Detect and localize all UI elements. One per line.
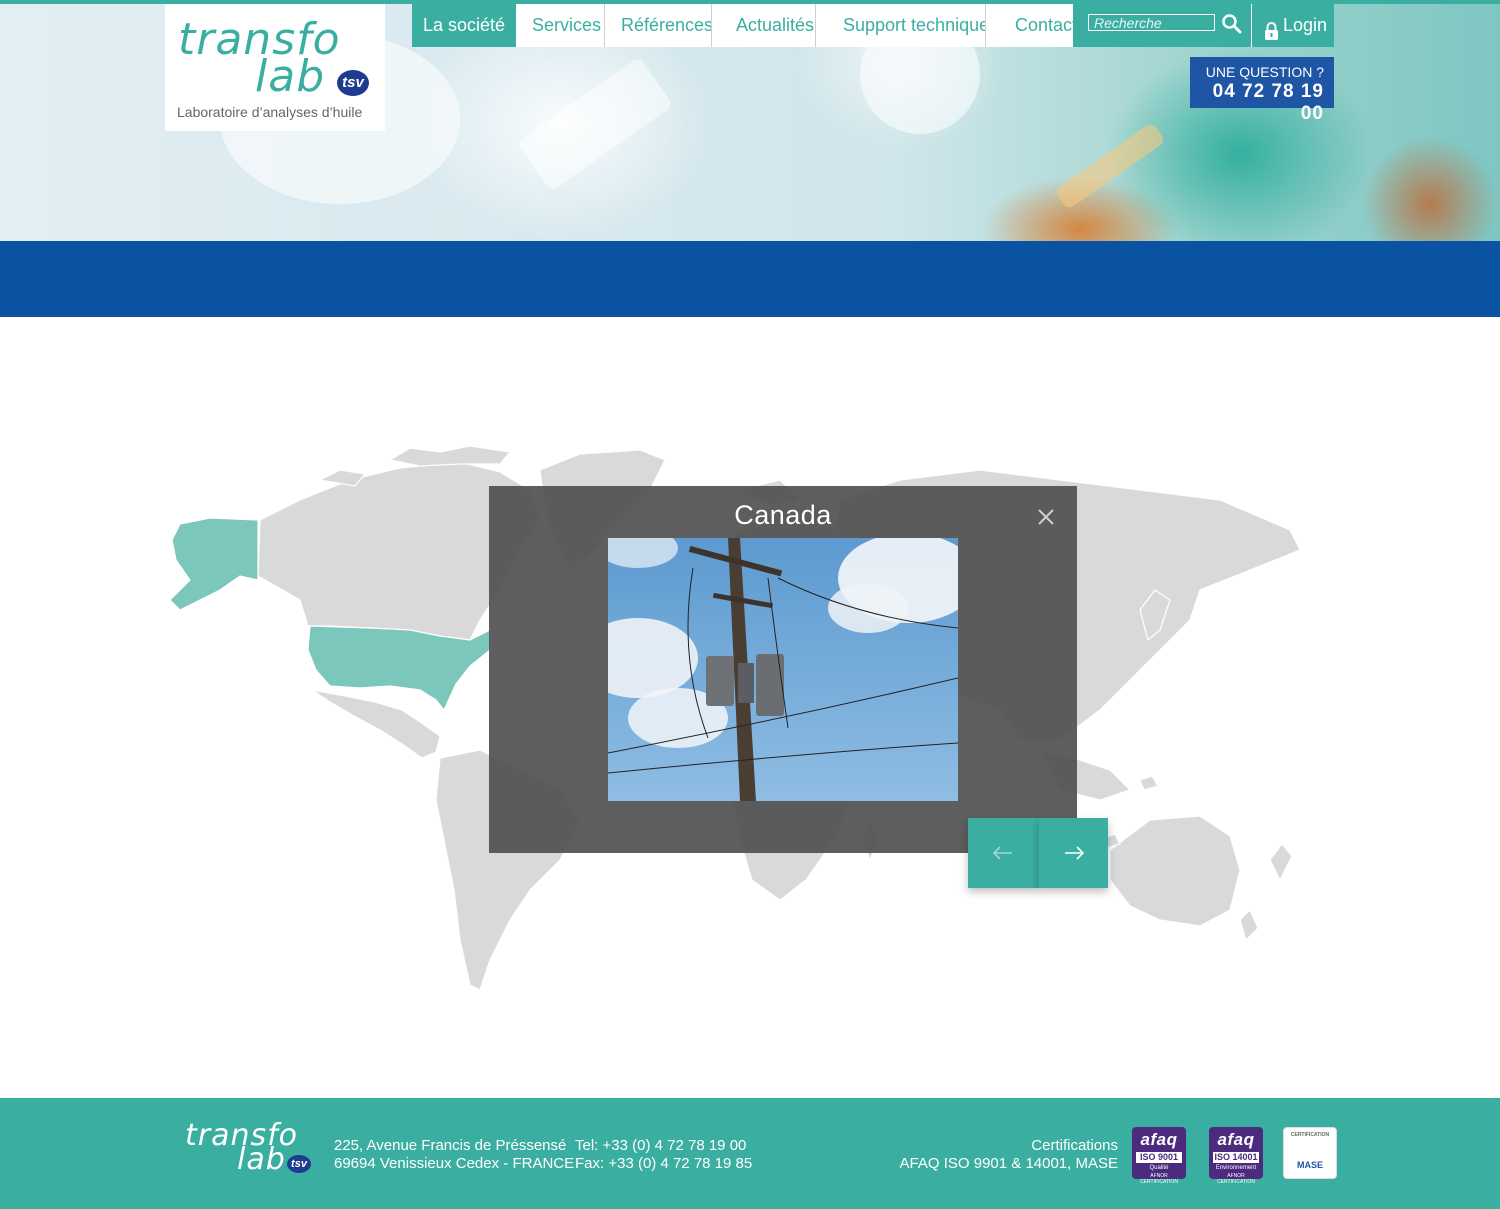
close-icon[interactable] — [1035, 506, 1057, 528]
login-button[interactable]: Login — [1251, 4, 1334, 47]
modal-title: Canada — [734, 500, 832, 530]
previous-button[interactable] — [968, 818, 1038, 888]
page-title-band — [0, 241, 1500, 317]
map-region-australia — [1109, 815, 1241, 927]
footer-address-line-1: 225, Avenue Francis de Préssensé — [334, 1137, 567, 1154]
footer-certifications: Certifications AFAQ ISO 9901 & 14001, MA… — [900, 1137, 1118, 1173]
nav-item-actualites[interactable]: Actualités — [712, 4, 816, 47]
footer-tel[interactable]: Tel: +33 (0) 4 72 78 19 00 — [575, 1137, 752, 1155]
country-modal: Canada — [489, 486, 1077, 853]
main-navigation: La société Services Références Actualité… — [412, 4, 1073, 47]
logo-tagline: Laboratoire d’analyses d’huile — [177, 104, 363, 120]
footer-phone: Tel: +33 (0) 4 72 78 19 00 Fax: +33 (0) … — [575, 1137, 752, 1173]
nav-item-support-technique[interactable]: Support technique — [816, 4, 986, 47]
logo-word-lab: lab — [255, 51, 326, 102]
next-button[interactable] — [1038, 818, 1108, 888]
search-icon[interactable] — [1221, 13, 1243, 35]
footer-fax: Fax: +33 (0) 4 72 78 19 85 — [575, 1155, 753, 1172]
question-label: UNE QUESTION ? — [1205, 64, 1324, 80]
footer-certifications-list: AFAQ ISO 9901 & 14001, MASE — [899, 1155, 1118, 1172]
mase-badge: CERTIFICATION MASE — [1283, 1127, 1337, 1179]
footer-logo-word-lab: lab — [237, 1142, 286, 1177]
footer-tsv-badge: tsv — [287, 1155, 311, 1173]
footer-address: 225, Avenue Francis de Préssensé 69694 V… — [334, 1137, 574, 1173]
site-logo[interactable]: transfo lab tsv Laboratoire d’analyses d… — [165, 4, 385, 131]
footer-certifications-title: Certifications — [1031, 1137, 1118, 1154]
transformer-photo — [608, 538, 958, 801]
search-box — [1073, 4, 1251, 47]
nav-item-references[interactable]: Références — [605, 4, 712, 47]
footer-address-line-2: 69694 Venissieux Cedex - FRANCE — [334, 1155, 575, 1172]
afaq-iso-9001-badge: afaq ISO 9001 Qualité AFNOR CERTIFICATIO… — [1132, 1127, 1186, 1185]
nav-item-contact[interactable]: Contact — [986, 4, 1073, 47]
lock-icon — [1264, 14, 1279, 57]
nav-item-services[interactable]: Services — [516, 4, 605, 47]
question-callout[interactable]: UNE QUESTION ? 04 72 78 19 00 — [1190, 57, 1334, 124]
question-phone[interactable]: 04 72 78 19 00 — [1190, 81, 1324, 125]
tsv-badge: tsv — [337, 70, 369, 96]
map-region-alaska[interactable] — [169, 517, 259, 611]
footer-logo[interactable]: transfo lab tsv — [185, 1118, 325, 1178]
nav-item-la-societe[interactable]: La société — [412, 4, 516, 47]
search-input[interactable] — [1088, 14, 1215, 31]
afaq-iso-14001-badge: afaq ISO 14001 Environnement AFNOR CERTI… — [1209, 1127, 1263, 1185]
login-label: Login — [1283, 15, 1328, 35]
site-footer: transfo lab tsv 225, Avenue Francis de P… — [0, 1098, 1500, 1209]
